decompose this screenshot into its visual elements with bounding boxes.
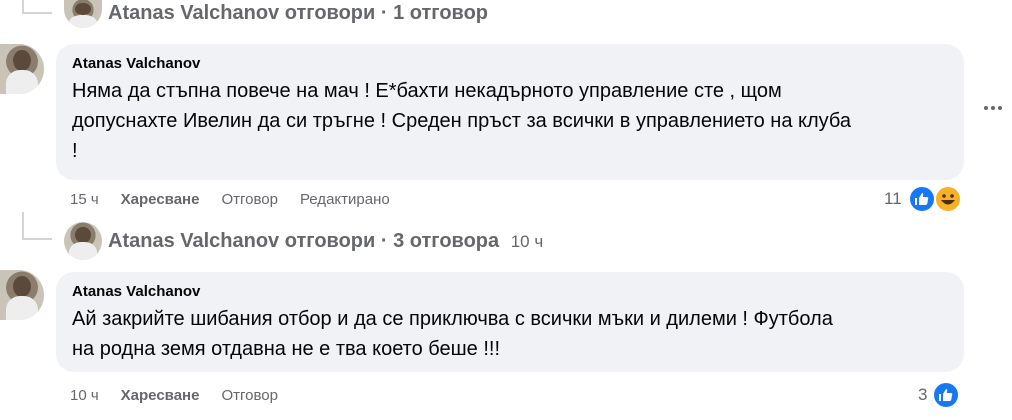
like-button[interactable]: Харесване [121, 387, 200, 404]
avatar[interactable] [64, 0, 102, 28]
reaction-count[interactable]: 11 [884, 189, 902, 209]
avatar[interactable] [0, 44, 44, 94]
like-icon[interactable] [908, 185, 936, 213]
reply-author: Atanas Valchanov [108, 230, 280, 252]
like-icon[interactable] [932, 381, 960, 409]
reply-count-text: отговори · 3 отговора [284, 230, 500, 252]
comment-author[interactable]: Atanas Valchanov [72, 282, 948, 302]
reply-time: 10 ч [510, 232, 544, 251]
comment-time[interactable]: 15 ч [70, 191, 99, 208]
comment-bubble: Atanas Valchanov Ай закрийте шибания отб… [56, 272, 964, 372]
thread-line [22, 12, 52, 14]
avatar[interactable] [64, 222, 102, 260]
comment-line: на родна земя отдавна не е тва което беш… [72, 338, 501, 360]
comment-line: Ай закрийте шибания отбор и да се приклю… [72, 308, 833, 330]
comment-actions: 10 ч Харесване Отговор [70, 387, 278, 404]
comment-text: Няма да стъпна повече на мач ! Е*бахти н… [72, 76, 948, 166]
reply-count-text: отговори · 1 отговор [284, 2, 489, 24]
view-replies-link[interactable]: Atanas Valchanov отговори · 3 отговора 1… [108, 230, 543, 253]
comment-author[interactable]: Atanas Valchanov [72, 54, 948, 74]
haha-icon[interactable] [934, 185, 962, 213]
reaction-count[interactable]: 3 [918, 385, 927, 405]
avatar[interactable] [0, 270, 44, 320]
thread-line [22, 238, 52, 240]
reply-button[interactable]: Отговор [221, 191, 278, 208]
view-replies-link[interactable]: Atanas Valchanov отговори · 1 отговор [108, 2, 488, 25]
reply-button[interactable]: Отговор [221, 387, 278, 404]
thread-line [22, 212, 24, 240]
comment-text: Ай закрийте шибания отбор и да се приклю… [72, 304, 948, 364]
like-button[interactable]: Харесване [121, 191, 200, 208]
comment-line: Няма да стъпна повече на мач ! Е*бахти н… [72, 80, 782, 102]
comment-line: допуснахте Ивелин да си тръгне ! Среден … [72, 110, 851, 132]
comment-line: ! [72, 140, 78, 162]
comment-actions: 15 ч Харесване Отговор Редактирано [70, 191, 390, 208]
edited-label[interactable]: Редактирано [300, 191, 390, 208]
more-options-icon[interactable] [984, 106, 1002, 110]
comment-time[interactable]: 10 ч [70, 387, 99, 404]
reply-author: Atanas Valchanov [108, 2, 280, 24]
comment-bubble: Atanas Valchanov Няма да стъпна повече н… [56, 44, 964, 180]
